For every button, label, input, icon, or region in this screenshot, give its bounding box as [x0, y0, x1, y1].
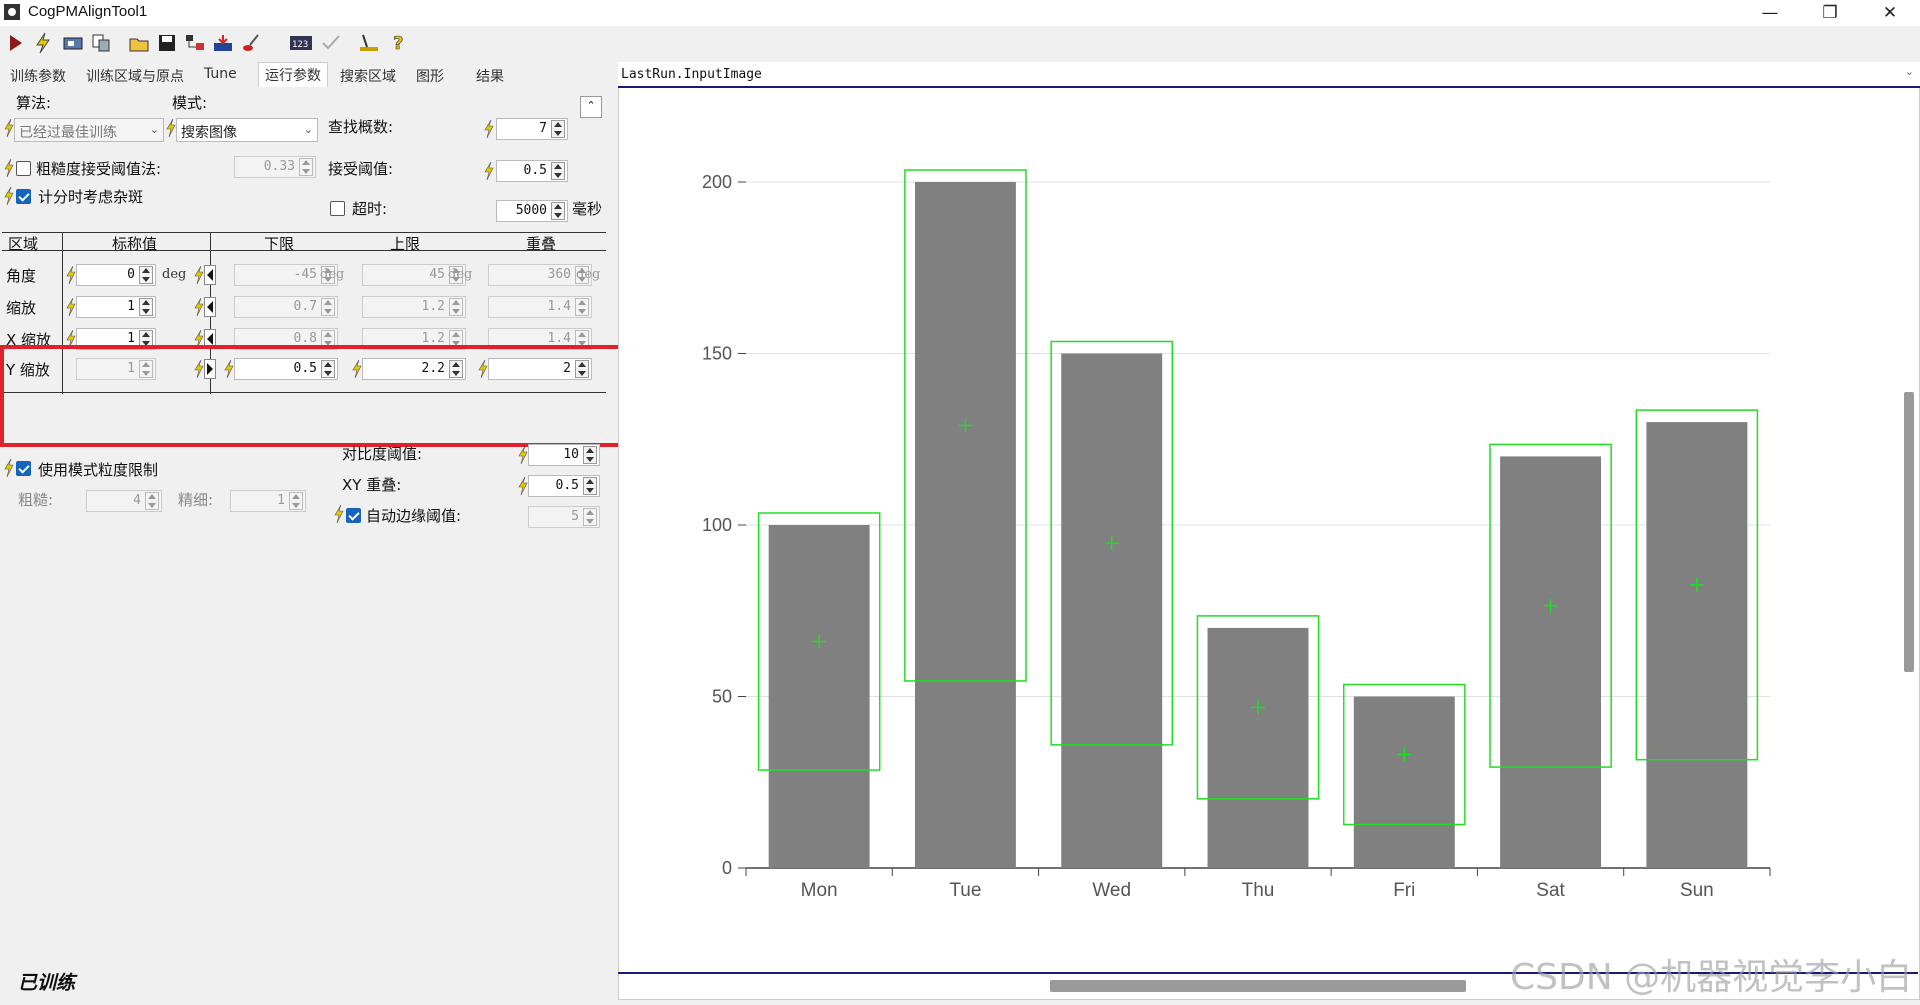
- y-tick-label: 200: [702, 172, 732, 192]
- x-tick-label: Wed: [1092, 880, 1131, 901]
- bar: [1353, 696, 1455, 868]
- watermark: CSDN @机器视觉李小白: [1510, 957, 1913, 998]
- bar: [914, 182, 1016, 868]
- vertical-scrollbar[interactable]: [1904, 392, 1914, 672]
- x-tick-label: Thu: [1242, 880, 1275, 901]
- bar: [1207, 627, 1309, 868]
- x-tick-label: Sat: [1536, 880, 1565, 901]
- x-tick-label: Fri: [1393, 880, 1415, 901]
- bar: [1646, 422, 1748, 868]
- bar: [1061, 353, 1163, 868]
- horizontal-scrollbar[interactable]: [1050, 980, 1466, 992]
- x-tick-label: Mon: [801, 880, 838, 901]
- y-tick-label: 100: [702, 515, 732, 535]
- y-tick-label: 150: [702, 344, 732, 364]
- y-tick-label: 0: [722, 858, 732, 878]
- bar: [1500, 456, 1602, 868]
- y-tick-label: 50: [712, 687, 732, 707]
- bar: [768, 525, 870, 868]
- bar-chart: 0 50 100 150 200 Mon Tue Wed Thu Fri Sat Sun: [702, 169, 1771, 901]
- x-tick-label: Sun: [1680, 880, 1714, 901]
- x-tick-label: Tue: [949, 880, 981, 901]
